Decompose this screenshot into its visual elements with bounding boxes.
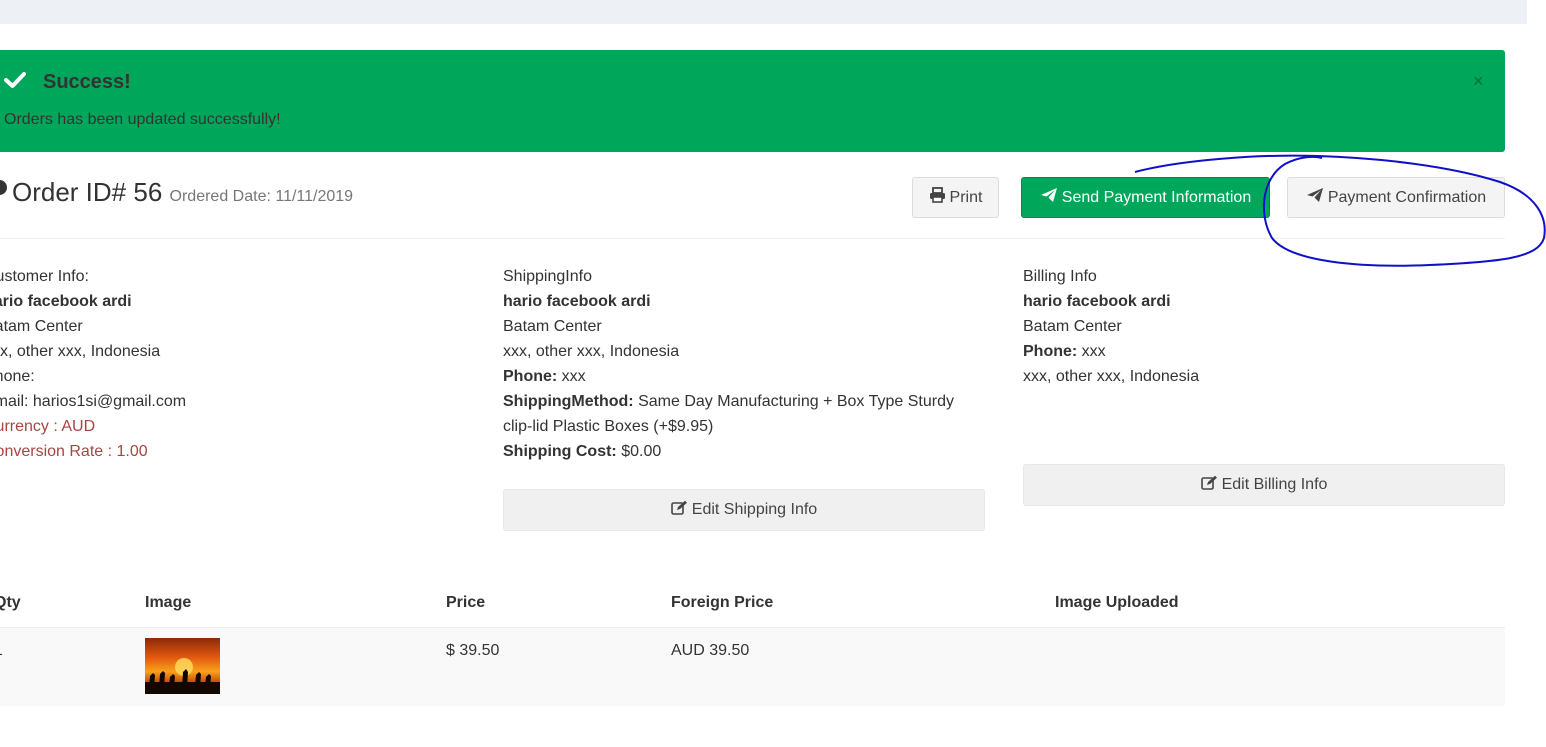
product-thumbnail[interactable] xyxy=(145,638,220,694)
print-label: Print xyxy=(949,188,983,206)
kangaroo-silhouettes-icon xyxy=(149,669,211,688)
billing-address-line1: Batam Center xyxy=(1023,318,1122,335)
shipping-name: hario facebook ardi xyxy=(503,293,651,310)
customer-currency: Currency : AUD xyxy=(0,418,96,435)
edit-billing-info-button[interactable]: Edit Billing Info xyxy=(1023,464,1505,506)
customer-info: Customer Info: hario facebook ardi Batam… xyxy=(0,264,186,464)
column-header-image-uploaded: Image Uploaded xyxy=(1055,594,1179,611)
shipping-method: ShippingMethod: Same Day Manufacturing +… xyxy=(503,389,983,439)
check-icon xyxy=(4,69,26,96)
customer-conversion-rate: Conversion Rate : 1.00 xyxy=(0,443,148,460)
customer-address-line2: xxx, other xxx, Indonesia xyxy=(0,343,161,360)
shipping-address-line1: Batam Center xyxy=(503,318,602,335)
send-payment-information-button[interactable]: Send Payment Information xyxy=(1021,177,1270,218)
order-id: Order ID# 56 xyxy=(12,177,163,207)
edit-shipping-label: Edit Shipping Info xyxy=(691,501,818,518)
billing-phone-value: xxx xyxy=(1081,343,1106,360)
column-header-price: Price xyxy=(446,594,486,611)
billing-name: hario facebook ardi xyxy=(1023,293,1171,310)
billing-info: Billing Info hario facebook ardi Batam C… xyxy=(1023,264,1199,389)
shipping-address-line2: xxx, other xxx, Indonesia xyxy=(503,343,680,360)
paper-plane-icon xyxy=(1040,187,1058,208)
alert-title: Success! xyxy=(43,71,131,93)
billing-phone-label: Phone: xyxy=(1023,343,1078,360)
customer-heading: Customer Info: xyxy=(0,268,89,285)
shipping-cost: Shipping Cost: $0.00 xyxy=(503,439,983,464)
shipping-heading: ShippingInfo xyxy=(503,268,592,285)
edit-shipping-info-button[interactable]: Edit Shipping Info xyxy=(503,489,985,531)
email-label: Email: xyxy=(0,393,29,410)
customer-email: Email: harios1si@gmail.com xyxy=(0,389,186,414)
payment-confirmation-button[interactable]: Payment Confirmation xyxy=(1287,177,1505,218)
paper-plane-icon xyxy=(1306,187,1324,208)
edit-icon xyxy=(670,500,688,521)
billing-phone: Phone: xxx xyxy=(1023,339,1199,364)
customer-name: hario facebook ardi xyxy=(0,293,132,310)
column-header-foreign-price: Foreign Price xyxy=(671,594,774,611)
shipping-cost-value: $0.00 xyxy=(621,443,662,460)
success-alert xyxy=(0,50,1505,152)
billing-heading: Billing Info xyxy=(1023,268,1097,285)
order-date: Ordered Date: 11/11/2019 xyxy=(169,188,354,205)
top-bar xyxy=(0,0,1527,24)
header-divider xyxy=(0,238,1505,239)
globe-icon xyxy=(0,180,7,195)
row-price: $ 39.50 xyxy=(446,642,500,659)
shipping-info: ShippingInfo hario facebook ardi Batam C… xyxy=(503,264,983,464)
print-button[interactable]: Print xyxy=(912,177,999,218)
shipping-phone: Phone: xxx xyxy=(503,364,983,389)
page-title: Order ID# 56 Ordered Date: 11/11/2019 xyxy=(12,176,353,213)
row-foreign-price: AUD 39.50 xyxy=(671,642,750,659)
column-header-image: Image xyxy=(145,594,192,611)
print-icon xyxy=(929,187,946,208)
shipping-phone-label: Phone: xyxy=(503,368,558,385)
billing-address-line2: xxx, other xxx, Indonesia xyxy=(1023,368,1200,385)
payment-confirmation-label: Payment Confirmation xyxy=(1327,188,1487,206)
shipping-phone-value: xxx xyxy=(561,368,586,385)
customer-phone: Phone: xyxy=(0,368,35,385)
send-payment-label: Send Payment Information xyxy=(1061,188,1252,206)
row-qty: 1 xyxy=(0,642,3,660)
shipping-method-label: ShippingMethod: xyxy=(503,393,634,410)
table-row xyxy=(0,627,1505,706)
shipping-cost-label: Shipping Cost: xyxy=(503,443,617,460)
column-header-qty: Qty xyxy=(0,594,21,611)
alert-close-button[interactable]: × xyxy=(1473,71,1484,91)
email-value: harios1si@gmail.com xyxy=(32,393,187,410)
edit-billing-label: Edit Billing Info xyxy=(1221,476,1328,493)
edit-icon xyxy=(1200,475,1218,496)
alert-message: Orders has been updated successfully! xyxy=(4,111,281,128)
customer-address-line1: Batam Center xyxy=(0,318,83,335)
